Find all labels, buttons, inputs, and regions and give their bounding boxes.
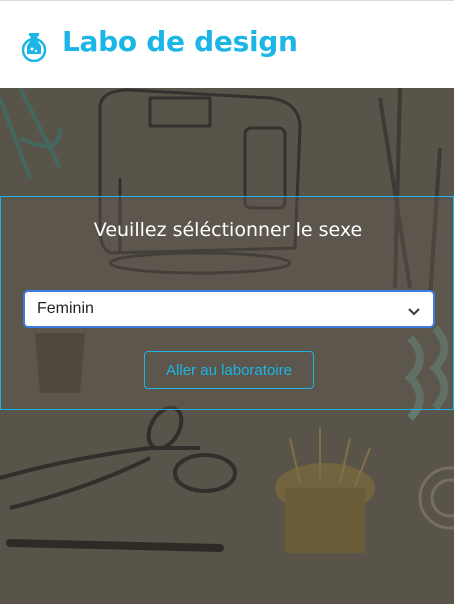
app-header: Labo de design: [0, 0, 454, 88]
flask-icon[interactable]: [20, 32, 48, 63]
go-to-lab-button[interactable]: Aller au laboratoire: [144, 351, 314, 389]
brand-title[interactable]: Labo de design: [62, 25, 298, 58]
gender-select[interactable]: Feminin: [23, 290, 435, 328]
chevron-down-icon: [407, 304, 421, 316]
panel-prompt: Veuillez séléctionner le sexe: [93, 219, 363, 241]
gender-select-value: Feminin: [37, 300, 94, 317]
gender-selection-panel: Veuillez séléctionner le sexe Feminin Al…: [0, 196, 454, 410]
